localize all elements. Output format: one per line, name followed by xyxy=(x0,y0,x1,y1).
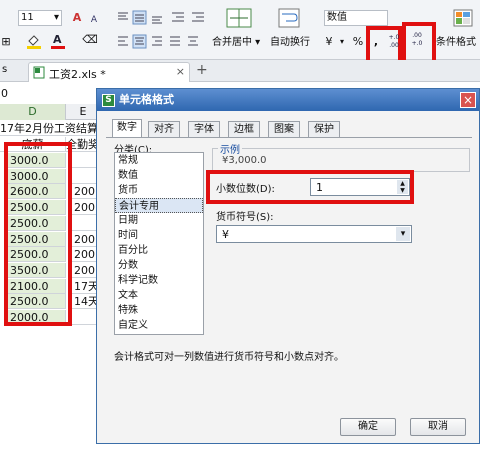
chevron-down-icon[interactable]: ▾ xyxy=(338,34,346,50)
merge-center-button[interactable]: 合并居中 ▾ xyxy=(212,36,260,50)
conditional-format-button[interactable]: 条件格式 xyxy=(436,36,476,50)
name-box-value: 0 xyxy=(1,87,8,100)
font-size-decrease-button[interactable]: A xyxy=(88,12,100,28)
dialog-title: 单元格格式 xyxy=(119,93,174,106)
column-header-row: D E xyxy=(0,104,100,120)
category-item[interactable]: 科学记数 xyxy=(115,273,203,288)
ok-button[interactable]: 确定 xyxy=(340,418,396,436)
font-size-increase-button[interactable]: A xyxy=(70,10,84,26)
percent-button[interactable]: % xyxy=(352,34,364,50)
close-icon[interactable]: s xyxy=(2,64,7,75)
align-top-icon[interactable] xyxy=(116,10,176,26)
category-item[interactable]: 自定义 xyxy=(115,318,203,333)
eraser-icon: ⌫ xyxy=(82,33,98,46)
category-item[interactable]: 数值 xyxy=(115,168,203,183)
indent-icon xyxy=(172,12,204,22)
add-tab-button[interactable]: + xyxy=(196,62,208,78)
format-description: 会计格式可对一列数值进行货币符号和小数点对齐。 xyxy=(114,352,344,363)
category-item[interactable]: 时间 xyxy=(115,228,203,243)
chevron-down-icon: ▾ xyxy=(252,37,261,48)
increase-decimal-button[interactable]: +.0 .00 xyxy=(388,34,400,52)
spin-up-icon[interactable]: ▲ xyxy=(397,180,408,187)
tab-alignment[interactable]: 对齐 xyxy=(148,121,180,137)
close-icon: × xyxy=(462,93,474,107)
sample-value: ¥3,000.0 xyxy=(222,155,267,166)
chevron-down-icon[interactable]: ▾ xyxy=(396,227,410,241)
tab-file-label: 工资2.xls * xyxy=(49,68,106,81)
auto-wrap-icon xyxy=(276,6,302,30)
name-box[interactable]: 0 xyxy=(0,84,100,102)
decimal-places-value: 1 xyxy=(316,181,323,194)
clear-format-button[interactable]: ⌫ xyxy=(80,32,100,48)
category-item[interactable]: 特殊 xyxy=(115,303,203,318)
sheet-title-cell[interactable]: 17年2月份工资结算 xyxy=(0,121,100,136)
tab-number[interactable]: 数字 xyxy=(112,119,142,137)
column-header-e[interactable]: E xyxy=(68,104,98,120)
align-left-icon xyxy=(118,34,198,49)
currency-button[interactable]: ¥ xyxy=(322,34,336,50)
border-button[interactable]: ⊞ xyxy=(0,34,12,50)
app-logo-icon: S xyxy=(102,94,115,107)
font-color-button[interactable]: A xyxy=(50,32,66,49)
conditional-format-icon xyxy=(452,8,474,28)
tab-divider xyxy=(106,137,472,138)
decimal-places-label: 小数位数(D): xyxy=(216,184,275,195)
dialog-title-bar: 单元格格式 xyxy=(97,89,479,111)
decrease-decimal-button[interactable]: .00 +.0 xyxy=(410,32,424,50)
category-item[interactable]: 百分比 xyxy=(115,243,203,258)
number-format-combo[interactable]: 数值 xyxy=(324,10,388,26)
column-header-d[interactable]: D xyxy=(0,104,66,120)
paint-bucket-icon xyxy=(27,35,41,49)
category-item[interactable]: 日期 xyxy=(115,213,203,228)
merge-center-label: 合并居中 xyxy=(212,37,252,48)
category-item[interactable]: 货币 xyxy=(115,183,203,198)
tab-pattern[interactable]: 图案 xyxy=(268,121,300,137)
font-size-value: 11 xyxy=(21,12,34,23)
currency-symbol-label: 货币符号(S): xyxy=(216,212,274,223)
spreadsheet-icon xyxy=(33,66,45,82)
font-color-icon: A xyxy=(51,33,65,49)
chevron-down-icon: ▾ xyxy=(53,12,59,23)
horizontal-align-group[interactable] xyxy=(116,34,216,50)
category-item[interactable]: 文本 xyxy=(115,288,203,303)
category-list[interactable]: 常规 数值 货币 会计专用 日期 时间 百分比 分数 科学记数 文本 特殊 自定义 xyxy=(114,152,204,335)
svg-text:A: A xyxy=(53,33,62,46)
currency-icon: ¥ xyxy=(325,35,333,48)
border-icon: ⊞ xyxy=(1,35,11,48)
vertical-align-group xyxy=(116,10,176,26)
dialog-close-button[interactable]: × xyxy=(460,92,476,108)
tab-protection[interactable]: 保护 xyxy=(308,121,340,137)
currency-symbol-select[interactable]: ¥ ▾ xyxy=(216,225,412,243)
category-item[interactable]: 会计专用 xyxy=(115,198,203,213)
indent-group[interactable] xyxy=(170,10,214,26)
decimal-places-spinner[interactable]: 1 ▲ ▼ xyxy=(310,178,410,196)
category-item[interactable]: 分数 xyxy=(115,258,203,273)
tab-close-icon[interactable]: × xyxy=(176,65,185,78)
auto-wrap-button[interactable]: 自动换行 xyxy=(270,36,310,50)
tab-font[interactable]: 字体 xyxy=(188,121,220,137)
tab-border[interactable]: 边框 xyxy=(228,121,260,137)
merge-center-icon xyxy=(224,6,254,30)
spin-down-icon[interactable]: ▼ xyxy=(397,187,408,194)
tab-file[interactable]: 工资2.xls * × xyxy=(28,62,190,82)
sample-label: 示例 xyxy=(218,141,242,156)
category-item[interactable]: 常规 xyxy=(115,153,203,168)
highlight-column-d xyxy=(4,142,72,326)
cancel-button[interactable]: 取消 xyxy=(410,418,466,436)
font-size-combo[interactable]: 11 ▾ xyxy=(18,10,62,26)
fill-color-button[interactable] xyxy=(26,32,42,49)
number-format-value: 数值 xyxy=(327,12,347,23)
currency-symbol-value: ¥ xyxy=(222,228,229,241)
